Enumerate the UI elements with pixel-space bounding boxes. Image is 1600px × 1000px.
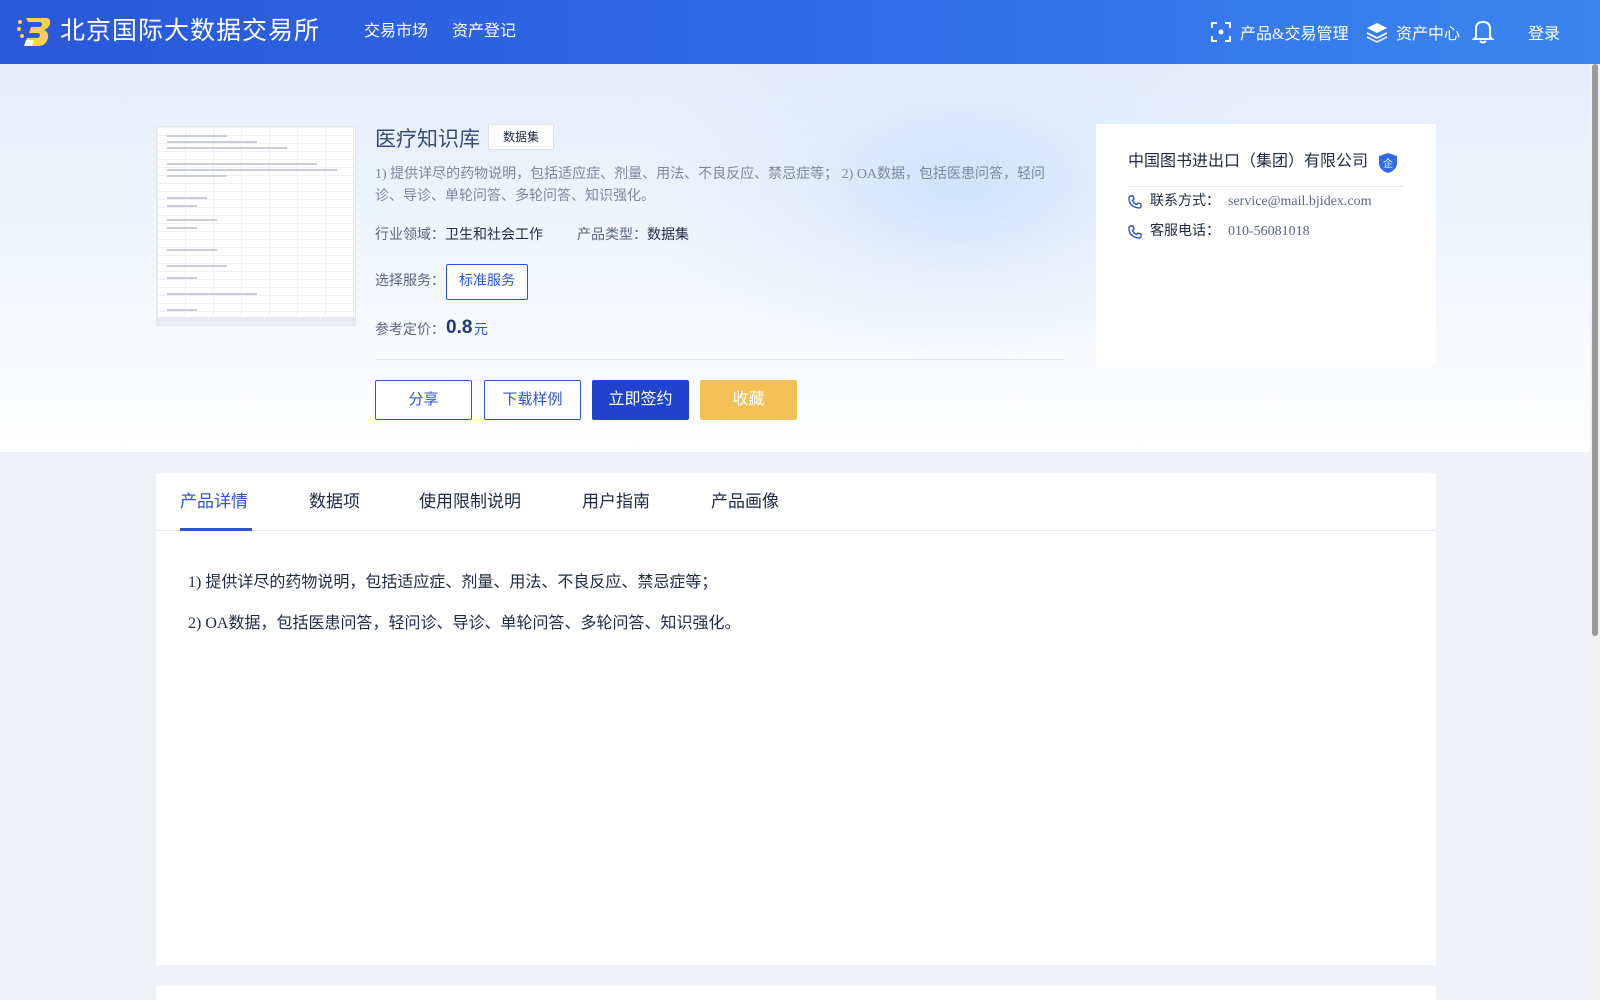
notification-button[interactable] [1472,18,1494,44]
next-section-card [156,986,1436,1000]
product-detail-panel: 产品详情 数据项 使用限制说明 用户指南 产品画像 1) 提供详尽的药物说明，包… [156,473,1436,965]
tab-usage-restrictions[interactable]: 使用限制说明 [419,489,521,515]
price-label: 参考定价： [375,323,445,338]
product-type-value: 数据集 [647,228,689,243]
detail-tabs: 产品详情 数据项 使用限制说明 用户指南 产品画像 [156,473,1436,531]
layers-icon [1367,23,1387,43]
page-scrollbar[interactable] [1590,64,1600,1000]
nav-trading-market[interactable]: 交易市场 [364,20,428,44]
contact-email[interactable]: service@mail.bjidex.com [1228,192,1372,212]
product-hero: 医疗知识库 数据集 1) 提供详尽的药物说明，包括适应症、剂量、用法、不良反应、… [0,64,1600,452]
nav-asset-registration[interactable]: 资产登记 [452,20,516,44]
tab-user-guide[interactable]: 用户指南 [582,489,650,515]
price-value: 0.8 [446,317,473,338]
product-trade-management-label: 产品&交易管理 [1240,26,1349,43]
contact-phone-row: 客服电话： 010-56081018 [1128,222,1310,242]
main-nav: 交易市场 资产登记 [364,20,516,44]
product-type-tag: 数据集 [488,124,555,150]
favorite-button[interactable]: 收藏 [700,380,797,420]
product-title: 医疗知识库 [375,127,480,151]
company-name[interactable]: 中国图书进出口（集团）有限公司 [1128,150,1368,174]
site-title[interactable]: 北京国际大数据交易所 [60,14,320,50]
tab-product-profile[interactable]: 产品画像 [711,489,779,515]
company-card: 中国图书进出口（集团）有限公司 企 联系方式： service@mail.bji… [1096,124,1436,364]
product-thumbnail[interactable] [156,126,356,326]
detail-line: 1) 提供详尽的药物说明，包括适应症、剂量、用法、不良反应、禁忌症等； [188,574,718,591]
bell-icon [1472,20,1494,44]
phone-number[interactable]: 010-56081018 [1228,222,1310,242]
contact-email-row: 联系方式： service@mail.bjidex.com [1128,192,1372,212]
share-button[interactable]: 分享 [375,380,472,420]
download-sample-button[interactable]: 下载样例 [484,380,581,420]
tab-data-items[interactable]: 数据项 [309,489,360,515]
divider [375,359,1063,360]
price-unit: 元 [474,323,488,338]
card-divider [1128,186,1404,187]
phone-icon [1128,225,1142,239]
phone-icon [1128,195,1142,209]
detail-line: 2) OA数据，包括医患问答，轻问诊、导诊、单轮问答、多轮问答、知识强化。 [188,615,741,632]
service-label: 选择服务： [375,274,445,289]
asset-center-link[interactable]: 资产中心 [1366,20,1460,44]
bjidex-logo-icon[interactable] [16,14,52,50]
active-tab-indicator [180,528,252,531]
login-link[interactable]: 登录 [1528,20,1560,44]
product-description: 1) 提供详尽的药物说明，包括适应症、剂量、用法、不良反应、禁忌症等； 2) O… [375,167,1046,204]
industry-field: 行业领域：卫生和社会工作 [375,228,543,243]
contact-label: 联系方式： [1150,194,1220,209]
phone-label: 客服电话： [1150,224,1220,239]
product-meta: 行业领域：卫生和社会工作 产品类型：数据集 [375,225,689,247]
product-type-field: 产品类型：数据集 [577,228,689,243]
scan-icon [1211,22,1231,42]
product-trade-management-link[interactable]: 产品&交易管理 [1210,20,1348,44]
sign-now-button[interactable]: 立即签约 [592,380,689,420]
standard-service-option[interactable]: 标准服务 [446,264,528,300]
top-navigation-bar: 北京国际大数据交易所 交易市场 资产登记 产品&交易管理 资产中心 登录 [0,0,1600,64]
enterprise-verified-icon: 企 [1379,153,1397,173]
industry-value: 卫生和社会工作 [445,228,543,243]
svg-text:企: 企 [1383,157,1393,170]
tab-product-detail[interactable]: 产品详情 [180,489,248,515]
scrollbar-thumb[interactable] [1592,64,1598,636]
asset-center-label: 资产中心 [1396,26,1461,43]
